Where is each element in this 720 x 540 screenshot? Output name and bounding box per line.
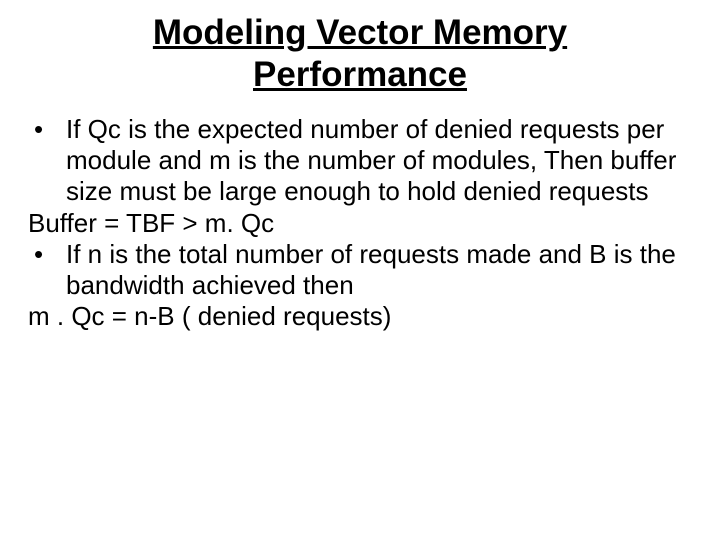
bullet-text: If Qc is the expected number of denied r… <box>66 114 692 208</box>
body-line: m . Qc = n-B ( denied requests) <box>28 301 692 332</box>
bullet-text: If n is the total number of requests mad… <box>66 239 692 301</box>
slide-title: Modeling Vector Memory Performance <box>28 12 692 96</box>
bullet-marker: • <box>28 114 66 145</box>
bullet-item: • If Qc is the expected number of denied… <box>28 114 692 208</box>
body-line: Buffer = TBF > m. Qc <box>28 208 692 239</box>
slide-body: • If Qc is the expected number of denied… <box>28 114 692 332</box>
bullet-item: • If n is the total number of requests m… <box>28 239 692 301</box>
bullet-marker: • <box>28 239 66 270</box>
